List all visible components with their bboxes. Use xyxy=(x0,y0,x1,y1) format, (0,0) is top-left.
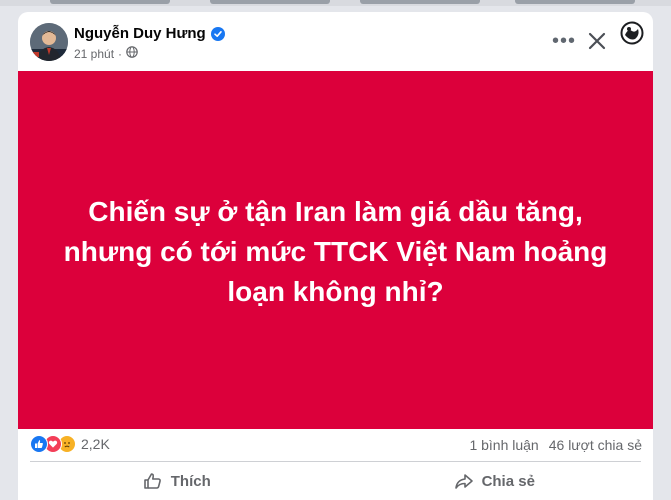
post-stats: 2,2K 1 bình luận 46 lượt chia sẻ xyxy=(18,429,653,459)
share-icon xyxy=(454,474,473,489)
author-name-row: Nguyễn Duy Hưng xyxy=(74,25,225,42)
meta-separator: · xyxy=(118,46,123,61)
post-time[interactable]: 21 phút xyxy=(74,47,114,61)
share-button[interactable]: Chia sẻ xyxy=(336,462,654,500)
background-feed-strip xyxy=(0,0,671,6)
close-icon[interactable] xyxy=(584,28,610,54)
like-button[interactable]: Thích xyxy=(18,462,336,500)
more-options-icon[interactable]: ••• xyxy=(551,28,577,54)
share-button-label: Chia sẻ xyxy=(481,472,535,490)
thumbs-up-icon xyxy=(143,473,161,489)
post-text: Chiến sự ở tận Iran làm giá dầu tăng, nh… xyxy=(63,196,608,307)
share-count[interactable]: 46 lượt chia sẻ xyxy=(549,437,642,453)
like-button-label: Thích xyxy=(170,472,211,490)
engagement-counts: 1 bình luận 46 lượt chia sẻ xyxy=(469,437,642,453)
post-text-background[interactable]: Chiến sự ở tận Iran làm giá dầu tăng, nh… xyxy=(18,71,653,429)
globe-icon xyxy=(126,46,138,61)
reaction-count: 2,2K xyxy=(81,436,110,452)
avatar[interactable] xyxy=(30,23,68,61)
verified-badge-icon xyxy=(210,26,225,41)
reactions-summary[interactable]: 2,2K xyxy=(30,435,110,453)
extension-icon[interactable] xyxy=(619,20,645,46)
post-header: Nguyễn Duy Hưng 21 phút · ••• xyxy=(18,12,653,72)
like-icon xyxy=(30,435,48,453)
post-meta: 21 phút · xyxy=(74,46,138,61)
post-actions: Thích Chia sẻ xyxy=(18,462,653,500)
comment-count[interactable]: 1 bình luận xyxy=(469,437,538,453)
post-card: Nguyễn Duy Hưng 21 phút · ••• Chiến sự ở… xyxy=(18,12,653,500)
author-name[interactable]: Nguyễn Duy Hưng xyxy=(74,25,206,42)
